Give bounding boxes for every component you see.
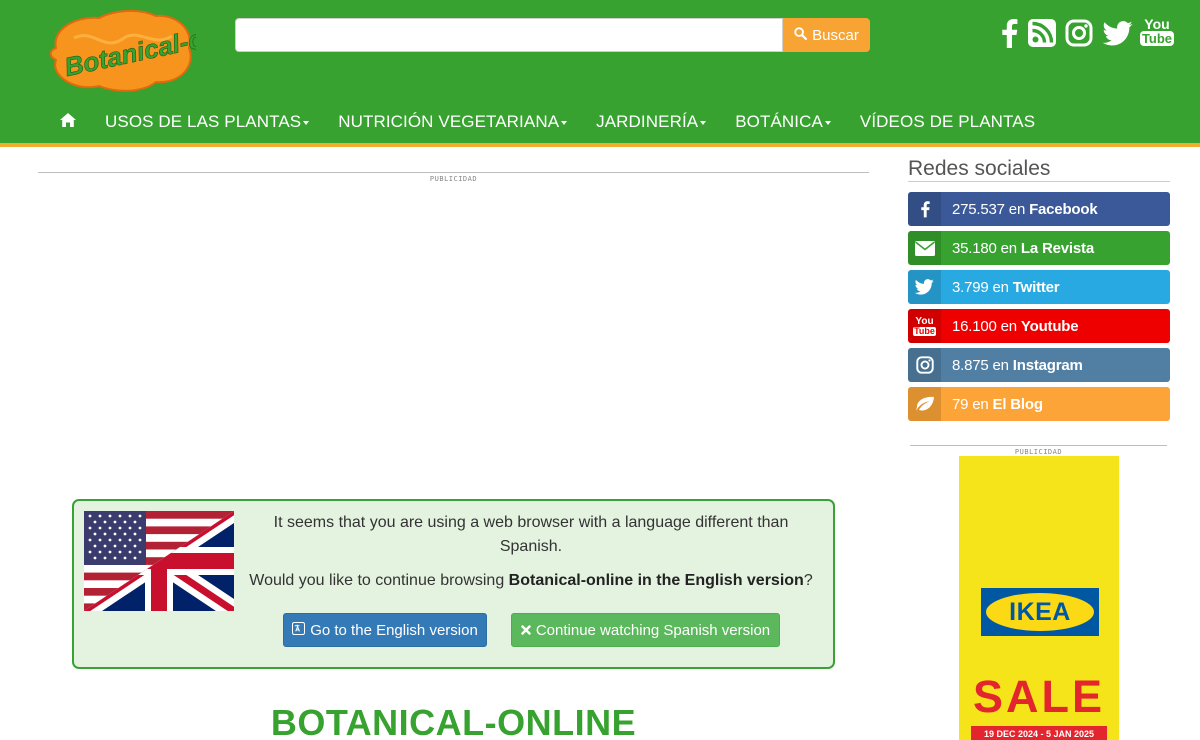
leaf-icon: [908, 387, 941, 421]
rss-icon[interactable]: [1027, 16, 1057, 50]
search-button[interactable]: Buscar: [783, 18, 870, 52]
nav-item-botanica[interactable]: BOTÁNICA: [735, 112, 831, 132]
social-link-facebook[interactable]: 275.537 en Facebook: [908, 192, 1170, 226]
language-notice-question: Would you like to continue browsing Bota…: [249, 572, 813, 589]
facebook-icon[interactable]: [998, 16, 1020, 50]
sidebar-ad-label: PUBLICIDAD: [1014, 448, 1063, 456]
us-uk-flag-icon: [84, 511, 234, 611]
language-notice-message: It seems that you are using a web browse…: [273, 514, 789, 555]
ad-divider: [38, 172, 869, 173]
nav-home[interactable]: [58, 108, 105, 136]
instagram-icon[interactable]: [1064, 16, 1094, 50]
search-input[interactable]: [235, 18, 783, 52]
twitter-icon[interactable]: [1102, 16, 1134, 50]
spanish-version-button[interactable]: Continue watching Spanish version: [511, 613, 780, 647]
youtube-icon: You Tube: [908, 309, 941, 343]
main-nav: USOS DE LAS PLANTAS NUTRICIÓN VEGETARIAN…: [58, 108, 1035, 136]
facebook-icon: [908, 192, 941, 226]
nav-item-jardineria[interactable]: JARDINERÍA: [596, 112, 707, 132]
nav-item-nutricion[interactable]: NUTRICIÓN VEGETARIANA: [338, 112, 568, 132]
caret-down-icon: [303, 121, 310, 125]
caret-down-icon: [700, 121, 707, 125]
close-icon: [521, 622, 531, 639]
search-button-label: Buscar: [812, 26, 859, 44]
header-stripe: [0, 143, 1200, 147]
nav-item-usos[interactable]: USOS DE LAS PLANTAS: [105, 112, 310, 132]
caret-down-icon: [561, 121, 568, 125]
translate-icon: [292, 621, 306, 639]
search-icon: [794, 26, 808, 44]
social-link-twitter[interactable]: 3.799 en Twitter: [908, 270, 1170, 304]
page-title: BOTANICAL-ONLINE: [270, 702, 637, 740]
ad-sale-headline: SALE: [972, 671, 1105, 722]
sidebar-ad-divider: [910, 445, 1167, 446]
twitter-icon: [908, 270, 941, 304]
ikea-advertisement[interactable]: IKEA SALE 19 DEC 2024 - 5 JAN 2025: [959, 456, 1119, 740]
home-icon: [60, 112, 76, 132]
ad-label: PUBLICIDAD: [429, 175, 478, 183]
english-version-button[interactable]: Go to the English version: [283, 613, 487, 647]
sidebar-divider: [908, 181, 1170, 182]
caret-down-icon: [824, 121, 831, 125]
instagram-icon: [908, 348, 941, 382]
sidebar-title: Redes sociales: [908, 157, 1051, 180]
site-logo[interactable]: Botanical-online: [44, 8, 266, 94]
youtube-icon[interactable]: You Tube: [1139, 14, 1175, 48]
social-link-blog[interactable]: 79 en El Blog: [908, 387, 1170, 421]
social-link-instagram[interactable]: 8.875 en Instagram: [908, 348, 1170, 382]
social-link-youtube[interactable]: You Tube 16.100 en Youtube: [908, 309, 1170, 343]
social-link-revista[interactable]: 35.180 en La Revista: [908, 231, 1170, 265]
nav-item-videos[interactable]: VÍDEOS DE PLANTAS: [860, 112, 1035, 132]
envelope-icon: [908, 231, 941, 265]
ad-sale-dates: 19 DEC 2024 - 5 JAN 2025: [971, 726, 1107, 740]
ikea-logo: IKEA: [981, 588, 1099, 636]
